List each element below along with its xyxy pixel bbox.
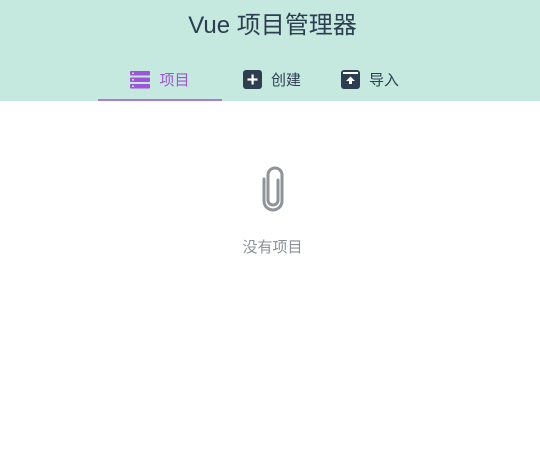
empty-state-message: 没有项目	[242, 239, 303, 256]
tab-create[interactable]: 创建	[242, 60, 301, 99]
plus-square-icon	[242, 70, 262, 90]
tab-import-label: 导入	[369, 72, 400, 89]
tab-create-label: 创建	[271, 72, 302, 89]
list-icon	[130, 70, 151, 90]
paperclip-icon	[259, 166, 287, 212]
tab-projects-label: 项目	[159, 72, 190, 89]
page-title: Vue 项目管理器	[188, 12, 357, 39]
active-tab-indicator	[98, 99, 222, 101]
empty-state	[0, 166, 540, 217]
tab-projects[interactable]: 项目	[98, 60, 222, 99]
header: Vue 项目管理器 项目 创建 导入	[0, 0, 540, 101]
vue-project-manager: Vue 项目管理器 项目 创建 导入 没有项目	[0, 0, 540, 464]
import-box-icon	[340, 70, 360, 90]
tab-import[interactable]: 导入	[340, 60, 399, 99]
tab-bar: 项目 创建 导入	[0, 60, 540, 101]
